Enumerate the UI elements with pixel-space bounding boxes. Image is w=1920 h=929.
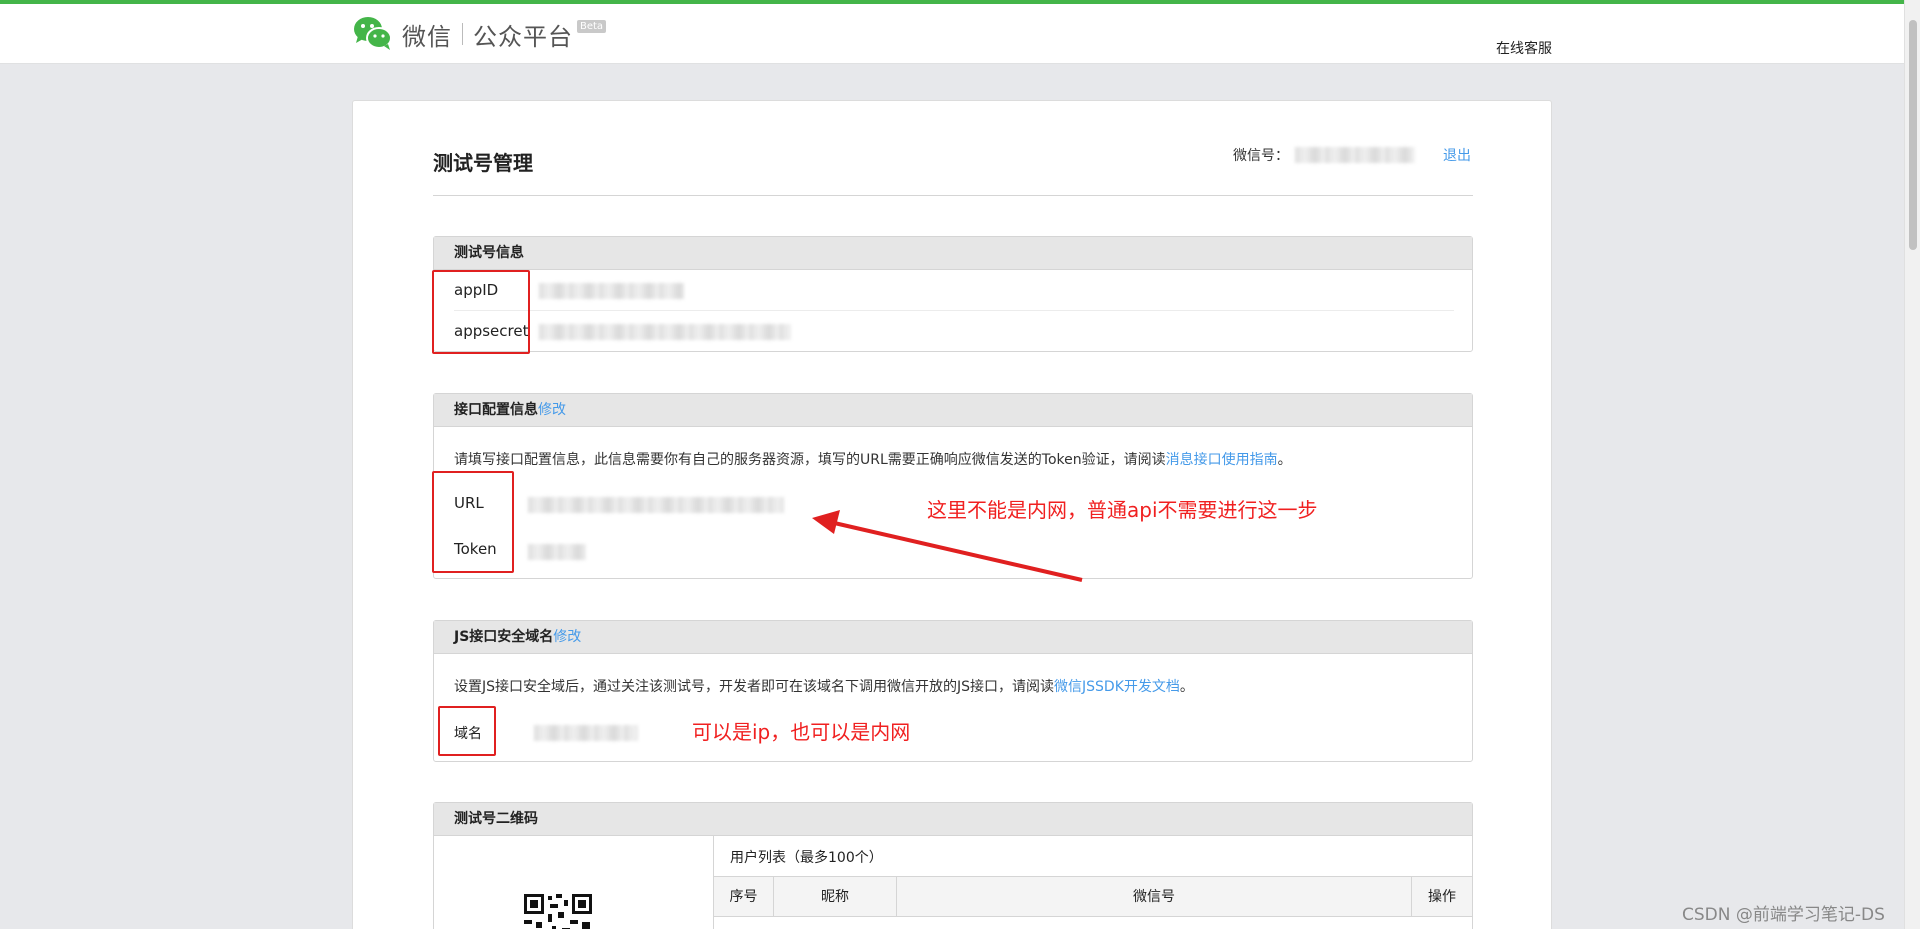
qr-code-area (434, 836, 714, 929)
page-title: 测试号管理 (433, 151, 533, 175)
panel-header: 接口配置信息修改 (434, 394, 1472, 427)
wechat-icon (352, 14, 394, 54)
account-info: 微信号： (1233, 145, 1415, 165)
description-end: 。 (1277, 452, 1292, 468)
online-support-link[interactable]: 在线客服 (1496, 38, 1552, 58)
panel-header: 测试号信息 (434, 237, 1472, 270)
appsecret-value-blurred (539, 324, 791, 340)
title-divider (433, 195, 1473, 196)
top-header: 微信 公众平台 Beta 在线客服 (0, 4, 1920, 64)
panel-header: JS接口安全域名修改 (434, 621, 1472, 654)
jssdk-doc-link[interactable]: 微信JSSDK开发文档 (1054, 679, 1180, 695)
edit-js-domain-link[interactable]: 修改 (553, 629, 581, 645)
annotation-box-url-token (432, 471, 514, 573)
panel-title: JS接口安全域名 (454, 629, 554, 645)
column-header-action: 操作 (1428, 889, 1456, 905)
appid-value-blurred (539, 283, 684, 299)
description-end: 。 (1179, 679, 1194, 695)
panel-title: 接口配置信息 (454, 402, 538, 418)
logo-separator (462, 23, 463, 45)
column-header-index: 序号 (714, 877, 774, 916)
qr-code-image (522, 892, 594, 929)
logo-text: 微信 (402, 22, 452, 51)
panel-title: 测试号信息 (454, 245, 524, 261)
account-value-blurred (1295, 147, 1415, 163)
panel-header: 测试号二维码 (434, 803, 1472, 836)
logout-link[interactable]: 退出 (1443, 145, 1471, 165)
logo-subtitle: 公众平台 (473, 22, 573, 51)
js-domain-description: 设置JS接口安全域后，通过关注该测试号，开发者即可在该域名下调用微信开放的JS接… (454, 676, 1194, 696)
token-value-blurred (528, 544, 586, 560)
column-header-nickname: 昵称 (774, 877, 897, 916)
wechat-logo[interactable]: 微信 公众平台 Beta (352, 14, 607, 54)
interface-config-description: 请填写接口配置信息，此信息需要你有自己的服务器资源，填写的URL需要正确响应微信… (454, 449, 1292, 469)
annotation-url-note: 这里不能是内网，普通api不需要进行这一步 (927, 498, 1318, 522)
account-label: 微信号： (1233, 148, 1289, 164)
annotation-domain-note: 可以是ip，也可以是内网 (692, 720, 911, 744)
domain-value-blurred (534, 725, 638, 741)
js-domain-panel: JS接口安全域名修改 设置JS接口安全域后，通过关注该测试号，开发者即可在该域名… (433, 620, 1473, 762)
csdn-watermark: CSDN @前端学习笔记-DS (1682, 905, 1885, 925)
vertical-scrollbar[interactable] (1904, 0, 1920, 929)
beta-badge: Beta (577, 20, 607, 33)
edit-interface-config-link[interactable]: 修改 (538, 402, 566, 418)
description-text: 请填写接口配置信息，此信息需要你有自己的服务器资源，填写的URL需要正确响应微信… (454, 452, 1166, 468)
description-text: 设置JS接口安全域后，通过关注该测试号，开发者即可在该域名下调用微信开放的JS接… (454, 679, 1055, 695)
test-account-panel: 测试号信息 appID appsecret (433, 236, 1473, 352)
annotation-box-domain (438, 706, 496, 756)
scrollbar-thumb[interactable] (1909, 20, 1917, 250)
panel-title: 测试号二维码 (454, 811, 538, 827)
url-value-blurred (528, 497, 784, 513)
row-divider (454, 310, 1454, 311)
table-header-row: 序号 昵称 微信号 操作 (714, 877, 1472, 917)
column-header-wechat-id: 微信号 (897, 877, 1412, 916)
message-api-guide-link[interactable]: 消息接口使用指南 (1166, 452, 1278, 468)
user-table: 序号 昵称 微信号 操作 (714, 876, 1472, 917)
user-list-title: 用户列表（最多100个） (730, 850, 883, 866)
qr-code-panel: 测试号二维码 用户列表（最多100个） 序号 昵称 微信号 操作 (433, 802, 1473, 929)
annotation-box-appid (432, 270, 530, 354)
